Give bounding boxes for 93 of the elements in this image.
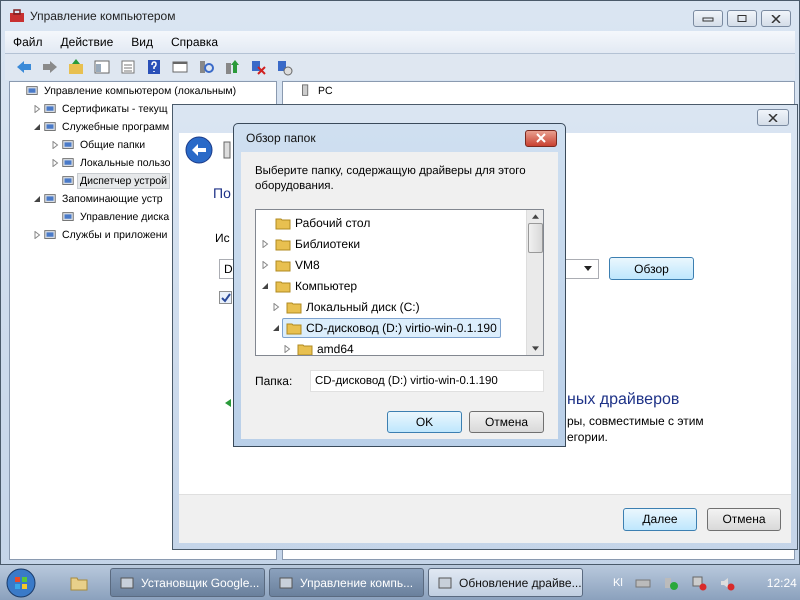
folder-item[interactable]: Компьютер: [271, 276, 362, 296]
start-button[interactable]: [6, 568, 36, 598]
folder-field[interactable]: CD-дисковод (D:) virtio-win-0.1.190: [310, 370, 544, 392]
expand-arrow-icon[interactable]: [272, 302, 280, 310]
expand-arrow-icon[interactable]: [50, 141, 58, 149]
collapse-arrow-icon[interactable]: [272, 324, 280, 332]
forward-arrow-icon[interactable]: [41, 58, 59, 76]
tree-item[interactable]: Служебные программ: [59, 119, 172, 135]
expand-arrow-icon[interactable]: [50, 159, 58, 167]
dropdown-arrow-icon: [584, 266, 592, 271]
back-button-icon[interactable]: [185, 136, 213, 164]
uninstall-device-icon[interactable]: [275, 58, 293, 76]
help-icon[interactable]: [145, 58, 163, 76]
folder-item[interactable]: Рабочий стол: [271, 212, 374, 232]
minimize-icon: [702, 14, 714, 22]
collapse-arrow-icon[interactable]: [32, 123, 40, 131]
tool-icon: [61, 210, 75, 224]
expand-arrow-icon[interactable]: [260, 240, 268, 248]
menu-item[interactable]: Действие: [52, 33, 122, 51]
tree-item[interactable]: Службы и приложени: [59, 227, 170, 243]
tool-icon: [43, 192, 57, 206]
wizard-button[interactable]: Далее: [623, 508, 697, 530]
tool-icon: [61, 138, 75, 152]
collapse-arrow-icon[interactable]: [260, 282, 268, 290]
tree-item[interactable]: Сертификаты - текущ: [59, 101, 170, 117]
menu-item[interactable]: Файл: [5, 33, 51, 51]
tool-icon: [61, 174, 75, 188]
scroll-thumb[interactable]: [528, 223, 542, 253]
window-title: Управление компьютером: [30, 9, 176, 23]
scrollbar[interactable]: [526, 210, 543, 355]
close-button[interactable]: [761, 10, 791, 27]
collapse-arrow-icon[interactable]: [32, 195, 40, 203]
console-tree-icon[interactable]: [93, 58, 111, 76]
field-label: Ис: [215, 231, 230, 245]
tool-icon: [43, 228, 57, 242]
option-title: ных драйверов: [567, 391, 680, 409]
wizard-button[interactable]: Отмена: [707, 508, 781, 530]
tree-item[interactable]: Локальные пользо: [77, 155, 174, 171]
folder-up-icon[interactable]: [67, 58, 85, 76]
update-driver-icon[interactable]: [223, 58, 241, 76]
option-description: егории.: [567, 429, 609, 445]
tree-item[interactable]: Запоминающие устр: [59, 191, 166, 207]
arrow-icon: [225, 399, 231, 407]
close-icon: [535, 133, 547, 143]
close-button[interactable]: [525, 130, 557, 146]
wizard-heading: По: [213, 185, 231, 201]
folder-item[interactable]: amd64: [293, 338, 358, 355]
scroll-down-arrow-icon[interactable]: [532, 346, 538, 351]
option-description: ры, совместимые с этим: [567, 413, 704, 429]
network-error-icon[interactable]: [690, 574, 707, 590]
tool-icon: [25, 84, 39, 98]
tree-item[interactable]: Управление компьютером (локальным): [41, 83, 240, 99]
menu-item[interactable]: Справка: [163, 33, 226, 51]
dialog-button[interactable]: OK: [387, 411, 462, 433]
tool-icon: [43, 120, 57, 134]
folder-label: Папка:: [255, 374, 294, 388]
expand-arrow-icon[interactable]: [282, 344, 290, 352]
folder-item[interactable]: CD-дисковод (D:) virtio-win-0.1.190: [282, 318, 501, 338]
list-icon[interactable]: [119, 58, 137, 76]
scroll-up-arrow-icon[interactable]: [532, 214, 538, 219]
maximize-icon: [736, 14, 748, 22]
taskbar-button[interactable]: Обновление драйве...: [428, 568, 583, 597]
tree-item[interactable]: Управление диска: [77, 209, 172, 225]
folder-item[interactable]: VM8: [271, 254, 324, 274]
minimize-button[interactable]: [693, 10, 723, 27]
back-arrow-icon[interactable]: [15, 58, 33, 76]
app-window-icon: [437, 574, 453, 590]
instruction-text: Выберите папку, содержащую драйверы для этого оборудования.: [255, 164, 527, 194]
close-icon: [770, 14, 782, 22]
tool-icon: [61, 156, 75, 170]
app-window-icon: [119, 574, 135, 590]
menu-item[interactable]: Вид: [123, 33, 161, 51]
tree-item[interactable]: Общие папки: [77, 137, 148, 153]
tool-icon: [43, 102, 57, 116]
toolbox-icon: [9, 8, 25, 24]
close-button[interactable]: [757, 109, 789, 126]
checkbox[interactable]: [219, 291, 232, 304]
device-icon: [223, 141, 231, 159]
browse-button[interactable]: Обзор: [609, 257, 694, 280]
tree-item[interactable]: Диспетчер устрой: [77, 173, 170, 189]
scan-icon[interactable]: [197, 58, 215, 76]
tree-item[interactable]: PC: [315, 83, 336, 99]
expand-arrow-icon[interactable]: [260, 260, 268, 268]
folder-item[interactable]: Библиотеки: [271, 234, 364, 254]
expand-arrow-icon[interactable]: [32, 105, 40, 113]
folder-item[interactable]: Локальный диск (C:): [282, 296, 424, 316]
expand-arrow-icon[interactable]: [32, 231, 40, 239]
app-window-icon: [278, 574, 294, 590]
dialog-title: Обзор папок: [246, 131, 316, 145]
disable-device-icon[interactable]: [249, 58, 267, 76]
dialog-button[interactable]: Отмена: [469, 411, 544, 433]
maximize-button[interactable]: [727, 10, 757, 27]
close-icon: [767, 114, 779, 122]
